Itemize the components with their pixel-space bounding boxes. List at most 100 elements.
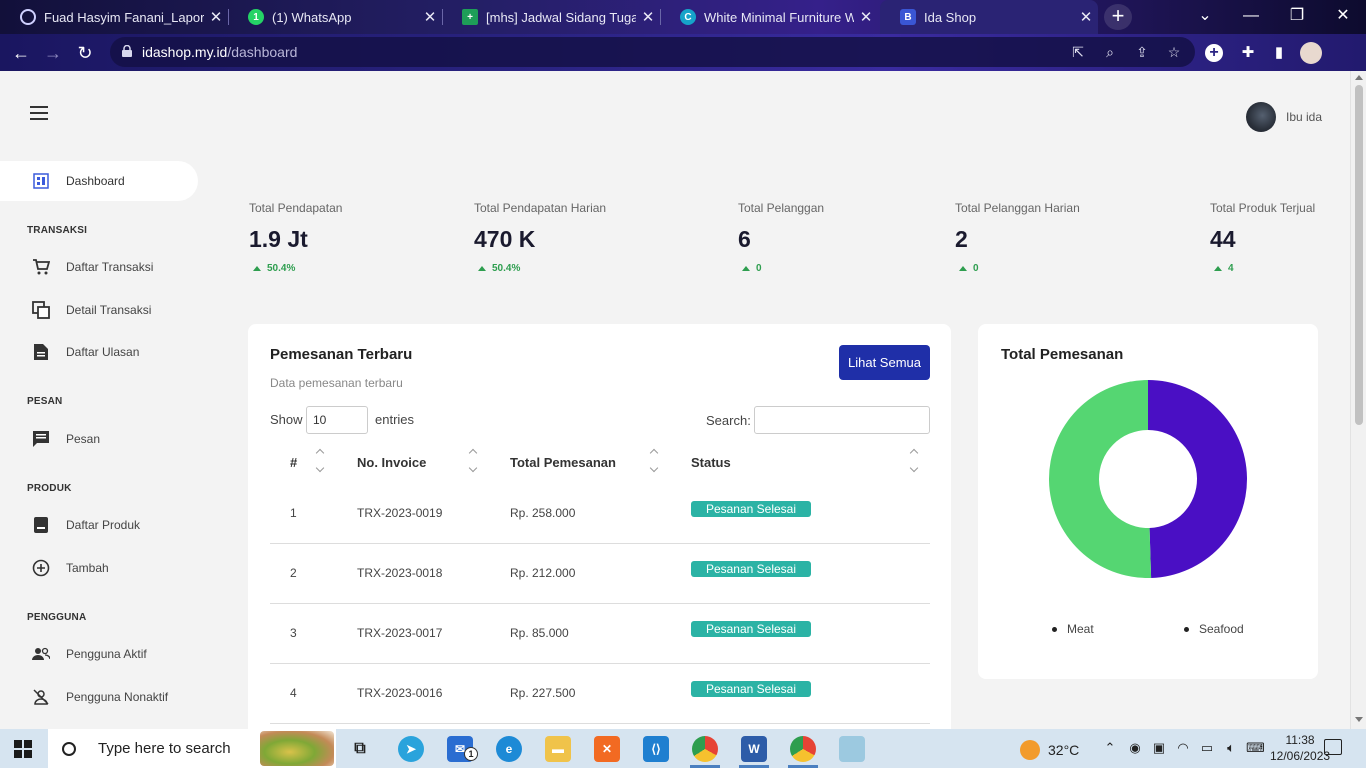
restore-button[interactable]: ❐: [1274, 0, 1320, 34]
close-tab-icon[interactable]: ✕: [854, 8, 878, 26]
record-icon[interactable]: ◉: [1126, 739, 1144, 757]
sidebar-item-tambah[interactable]: Tambah: [0, 548, 198, 588]
chrome-profile-icon[interactable]: [790, 736, 816, 762]
tab-title: Ida Shop: [924, 9, 977, 25]
windows-start-icon[interactable]: [14, 740, 32, 758]
app-icon[interactable]: [839, 736, 865, 762]
telegram-icon[interactable]: ➤: [398, 736, 424, 762]
share-icon[interactable]: ⇪: [1132, 42, 1152, 62]
stat-change: 50.4%: [249, 263, 342, 274]
back-icon[interactable]: ←: [6, 38, 36, 68]
cell-total: Rp. 258.000: [510, 506, 576, 520]
minimize-button[interactable]: —: [1228, 0, 1274, 34]
sidebar-section-heading: PENGGUNA: [27, 612, 87, 623]
page-scrollbar[interactable]: [1350, 71, 1366, 729]
task-view-icon[interactable]: ⧉: [347, 736, 373, 762]
show-hidden-icons-icon[interactable]: ⌃: [1101, 739, 1119, 757]
bookmark-star-icon[interactable]: ☆: [1164, 42, 1184, 62]
close-tab-icon[interactable]: ✕: [636, 8, 660, 26]
notification-icon[interactable]: [1324, 739, 1342, 755]
sidebar-item-dashboard[interactable]: Dashboard: [0, 161, 198, 201]
donut-slice-meat[interactable]: [1049, 380, 1152, 578]
entries-select[interactable]: 10: [306, 406, 368, 434]
legend-item[interactable]: Meat: [1052, 622, 1094, 636]
language-icon[interactable]: ⌨: [1246, 739, 1265, 757]
stat-value: 2: [955, 226, 968, 252]
stat-label: Total Pelanggan Harian: [955, 201, 1080, 215]
sidebar-item-pesan[interactable]: Pesan: [0, 419, 198, 459]
wifi-icon[interactable]: ◠: [1174, 739, 1192, 757]
column-header-total[interactable]: Total Pemesanan: [510, 455, 616, 470]
arrow-up-icon: [1214, 266, 1222, 271]
avatar[interactable]: [1246, 102, 1276, 132]
sidebar-item-detail-transaksi[interactable]: Detail Transaksi: [0, 290, 198, 330]
side-panel-icon[interactable]: ▮: [1268, 42, 1290, 64]
column-header-invoice[interactable]: No. Invoice: [357, 455, 426, 470]
sort-icon[interactable]: [909, 447, 921, 475]
column-header-status[interactable]: Status: [691, 455, 731, 470]
forward-icon[interactable]: →: [38, 38, 68, 68]
tab-title: Fuad Hasyim Fanani_Laporan: [44, 9, 204, 25]
scroll-up-icon[interactable]: [1355, 75, 1363, 80]
address-bar[interactable]: idashop.my.id/dashboard ⇱ ⌕ ⇪ ☆: [110, 37, 1195, 67]
browser-tab[interactable]: Fuad Hasyim Fanani_Laporan ✕: [0, 0, 228, 34]
sort-icon[interactable]: [649, 447, 661, 475]
sort-icon[interactable]: [468, 447, 480, 475]
sort-icon[interactable]: [315, 447, 327, 475]
whatsapp-icon: 1: [248, 9, 264, 25]
tab-search-icon[interactable]: ⌄: [1182, 0, 1228, 34]
vscode-icon[interactable]: ⟨⟩: [643, 736, 669, 762]
xampp-icon[interactable]: ✕: [594, 736, 620, 762]
see-all-button[interactable]: Lihat Semua: [839, 345, 930, 380]
close-tab-icon[interactable]: ✕: [204, 8, 228, 26]
zoom-icon[interactable]: ⌕: [1100, 42, 1120, 62]
browser-tab[interactable]: + [mhs] Jadwal Sidang Tugas A ✕: [442, 0, 660, 34]
card-title: Total Pemesanan: [1001, 346, 1124, 363]
cell-invoice: TRX-2023-0017: [357, 626, 443, 640]
browser-tab-bar: Fuad Hasyim Fanani_Laporan ✕ 1 (1) Whats…: [0, 0, 1366, 34]
user-menu[interactable]: Ibu ida: [1246, 102, 1322, 132]
battery-icon[interactable]: ▭: [1198, 739, 1216, 757]
file-explorer-icon[interactable]: ▬: [545, 736, 571, 762]
scroll-down-icon[interactable]: [1355, 717, 1363, 722]
reload-icon[interactable]: ↻: [70, 38, 100, 68]
sidebar-item-daftar-produk[interactable]: Daftar Produk: [0, 505, 198, 545]
taskbar-clock[interactable]: 11:38 12/06/2023: [1270, 732, 1330, 764]
weather-widget[interactable]: 32°C: [1020, 740, 1079, 760]
profile-avatar-icon[interactable]: [1300, 42, 1322, 64]
browser-tab[interactable]: 1 (1) WhatsApp ✕: [228, 0, 442, 34]
column-header-number[interactable]: #: [290, 455, 297, 470]
legend-item[interactable]: Seafood: [1184, 622, 1244, 636]
open-in-app-icon[interactable]: ⇱: [1068, 42, 1088, 62]
close-window-button[interactable]: ✕: [1320, 0, 1366, 34]
card-title: Pemesanan Terbaru: [270, 346, 413, 363]
donut-slice-seafood[interactable]: [1148, 380, 1248, 578]
menu-icon[interactable]: [30, 106, 48, 120]
sidebar-item-daftar-transaksi[interactable]: Daftar Transaksi: [0, 247, 198, 287]
sidebar-item-pengguna-nonaktif[interactable]: Pengguna Nonaktif: [0, 677, 198, 717]
sidebar-section-heading: PRODUK: [27, 483, 72, 494]
volume-icon[interactable]: 🔈︎: [1222, 739, 1240, 757]
clock-time: 11:38: [1285, 733, 1315, 747]
close-tab-icon[interactable]: ✕: [418, 8, 442, 26]
browser-tab[interactable]: C White Minimal Furniture Web ✕: [660, 0, 878, 34]
chrome-icon[interactable]: [692, 736, 718, 762]
windows-taskbar: Type here to search ⧉ ➤ ✉ 1 e ▬ ✕ ⟨⟩ W 3…: [0, 729, 1366, 768]
table-row: 1 TRX-2023-0019 Rp. 258.000 Pesanan Sele…: [270, 484, 930, 544]
stat-value: 6: [738, 226, 751, 252]
sidebar-item-daftar-ulasan[interactable]: Daftar Ulasan: [0, 332, 198, 372]
close-tab-icon[interactable]: ✕: [1074, 8, 1098, 26]
puzzle-icon[interactable]: ✚: [1237, 42, 1259, 64]
new-tab-button[interactable]: +: [1104, 4, 1132, 30]
stat-label: Total Pendapatan Harian: [474, 201, 607, 215]
extension-plus-icon[interactable]: +: [1205, 44, 1223, 62]
edge-icon[interactable]: e: [496, 736, 522, 762]
meet-now-icon[interactable]: ▣: [1150, 739, 1168, 757]
sidebar-item-pengguna-aktif[interactable]: Pengguna Aktif: [0, 634, 198, 674]
word-icon[interactable]: W: [741, 736, 767, 762]
search-input[interactable]: [754, 406, 930, 434]
scrollbar-thumb[interactable]: [1355, 85, 1363, 425]
sidebar-item-label: Pengguna Nonaktif: [66, 690, 169, 704]
browser-tab-active[interactable]: B Ida Shop ✕: [880, 0, 1098, 34]
stat-change: 0: [955, 263, 1080, 274]
